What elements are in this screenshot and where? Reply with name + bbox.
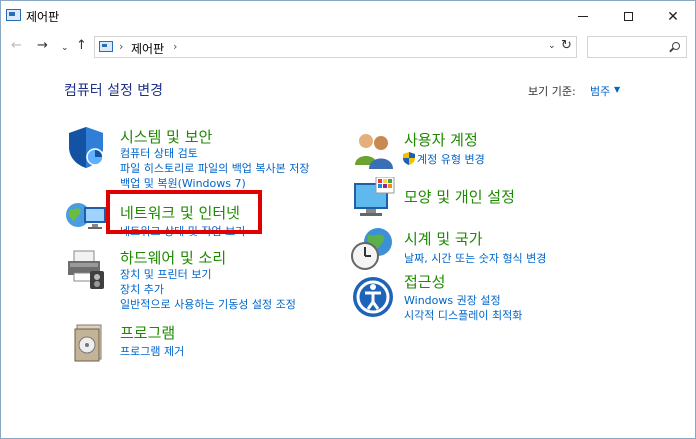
navigation-bar: ← → ⌄ ↑ › 제어판 › ⌄ ↻ — [1, 32, 695, 62]
maximize-icon — [623, 12, 633, 21]
link-optimize-visual-display[interactable]: 시각적 디스플레이 최적화 — [404, 307, 522, 323]
highlight-box — [106, 190, 262, 234]
printer-icon[interactable] — [64, 247, 108, 291]
category-title-clock-region[interactable]: 시계 및 국가 — [404, 228, 483, 249]
refresh-icon[interactable]: ↻ — [561, 38, 572, 53]
link-file-history-backup[interactable]: 파일 히스토리로 파일의 백업 복사본 저장 — [120, 160, 310, 176]
category-title-ease-of-access[interactable]: 접근성 — [404, 271, 445, 292]
link-windows-recommended-settings[interactable]: Windows 권장 설정 — [404, 292, 501, 308]
back-arrow-icon[interactable]: ← — [11, 39, 22, 53]
view-by-dropdown[interactable]: 범주 — [590, 83, 610, 99]
breadcrumb-separator-icon[interactable]: › — [119, 40, 123, 53]
link-backup-restore-win7[interactable]: 백업 및 복원(Windows 7) — [120, 175, 246, 191]
link-change-date-time-format[interactable]: 날짜, 시간 또는 숫자 형식 변경 — [404, 250, 546, 266]
control-panel-window: 제어판 ✕ ← → ⌄ ↑ › 제어판 › ⌄ ↻ 컴퓨터 설정 변경 보기 기… — [0, 0, 696, 439]
minimize-icon — [578, 16, 588, 17]
accessibility-icon[interactable] — [351, 275, 395, 319]
link-add-device[interactable]: 장치 추가 — [120, 281, 164, 297]
network-icon[interactable] — [64, 197, 108, 237]
breadcrumb-separator-icon[interactable]: › — [173, 40, 177, 53]
view-by-label: 보기 기준: — [528, 85, 576, 98]
clock-globe-icon[interactable] — [350, 226, 396, 272]
search-icon[interactable] — [672, 42, 680, 50]
category-title-hardware-sound[interactable]: 하드웨어 및 소리 — [120, 247, 226, 268]
dropdown-arrow-icon[interactable]: ▼ — [614, 85, 620, 94]
uac-shield-icon — [403, 152, 415, 165]
category-title-programs[interactable]: 프로그램 — [120, 322, 175, 343]
close-icon: ✕ — [667, 8, 679, 25]
link-review-computer-status[interactable]: 컴퓨터 상태 검토 — [120, 145, 198, 161]
programs-icon[interactable] — [71, 323, 107, 363]
shield-icon[interactable] — [65, 125, 107, 169]
breadcrumb-control-panel[interactable]: 제어판 — [131, 40, 164, 57]
link-uninstall-program[interactable]: 프로그램 제거 — [120, 343, 184, 359]
category-title-user-accounts[interactable]: 사용자 계정 — [404, 129, 478, 150]
link-devices-printers[interactable]: 장치 및 프린터 보기 — [120, 266, 211, 282]
control-panel-icon — [6, 9, 21, 21]
control-panel-icon — [99, 41, 113, 52]
recent-locations-chevron-icon[interactable]: ⌄ — [61, 41, 69, 55]
address-dropdown-chevron-icon[interactable]: ⌄ — [548, 41, 556, 51]
window-title: 제어판 — [26, 10, 60, 24]
address-bar[interactable]: › 제어판 › ⌄ ↻ — [94, 36, 577, 58]
users-icon[interactable] — [352, 129, 396, 171]
category-title-system-security[interactable]: 시스템 및 보안 — [120, 126, 212, 147]
search-input[interactable] — [587, 36, 687, 58]
minimize-button[interactable] — [561, 1, 605, 32]
category-title-appearance[interactable]: 모양 및 개인 설정 — [404, 186, 515, 207]
link-change-account-type[interactable]: 계정 유형 변경 — [417, 151, 485, 167]
close-button[interactable]: ✕ — [651, 1, 695, 32]
title-bar: 제어판 ✕ — [1, 1, 695, 32]
link-mobility-settings[interactable]: 일반적으로 사용하는 기동성 설정 조정 — [120, 296, 296, 312]
page-title: 컴퓨터 설정 변경 — [64, 83, 164, 99]
appearance-icon[interactable] — [352, 177, 396, 221]
forward-arrow-icon[interactable]: → — [37, 39, 48, 53]
maximize-button[interactable] — [606, 1, 650, 32]
up-arrow-icon[interactable]: ↑ — [76, 39, 87, 53]
